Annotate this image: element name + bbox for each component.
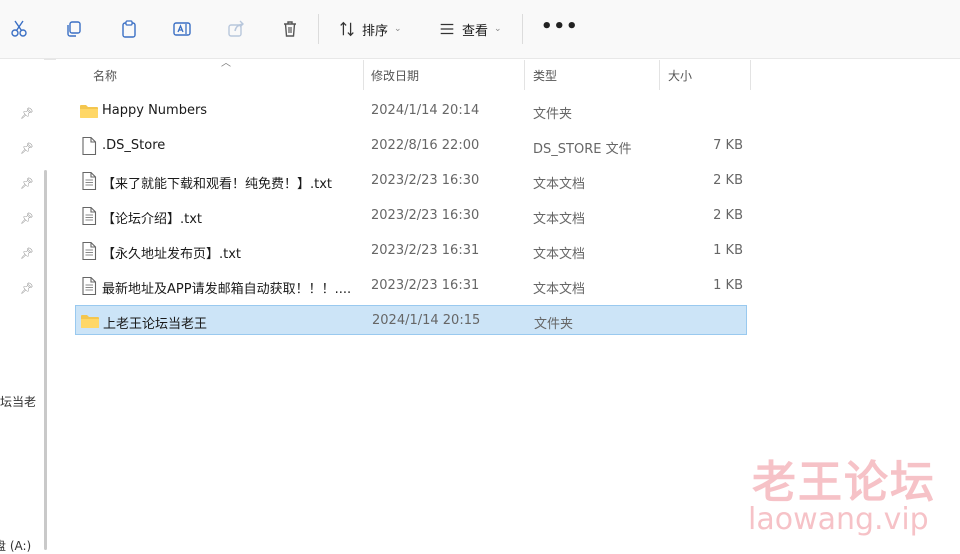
file-type: 文件夹: [534, 317, 574, 332]
file-date: 2022/8/16 22:00: [371, 138, 480, 153]
column-divider[interactable]: [524, 60, 525, 90]
file-size: 2 KB: [713, 208, 743, 223]
file-type: 文本文档: [533, 212, 586, 227]
column-name-header[interactable]: 名称: [93, 67, 117, 84]
sort-button[interactable]: 排序 ⌄: [336, 17, 402, 41]
nav-scrollbar[interactable]: [44, 170, 47, 550]
file-row[interactable]: .DS_Store 2022/8/16 22:00 DS_STORE 文件 7 …: [75, 131, 747, 161]
cut-icon[interactable]: [7, 17, 31, 41]
file-date: 2023/2/23 16:30: [371, 173, 480, 188]
file-row-selected[interactable]: 上老王论坛当老王 2024/1/14 20:15 文件夹: [75, 305, 747, 335]
file-type: 文本文档: [533, 282, 586, 297]
toolbar-separator: [318, 14, 319, 44]
column-size-header[interactable]: 大小: [668, 67, 692, 84]
file-name: 【永久地址发布页】.txt: [102, 247, 242, 262]
column-divider[interactable]: [750, 60, 751, 90]
text-file-icon: [82, 276, 97, 296]
file-size: 1 KB: [713, 243, 743, 258]
nav-item-drive-label[interactable]: 盘 (A:): [0, 537, 31, 554]
file-size: 7 KB: [713, 138, 743, 153]
pin-icon[interactable]: 📌︎: [20, 246, 34, 260]
file-date: 2023/2/23 16:31: [371, 278, 480, 293]
folder-icon: [81, 315, 99, 328]
command-bar: 排序 ⌄ 查看 ⌄ •••: [0, 0, 960, 59]
file-name: 上老王论坛当老王: [103, 317, 208, 332]
file-row[interactable]: 最新地址及APP请发邮箱自动获取！！！.... 2023/2/23 16:31 …: [75, 271, 747, 301]
file-icon: [82, 136, 97, 156]
chevron-down-icon: ⌄: [494, 24, 502, 34]
view-icon: [436, 18, 458, 40]
file-name: .DS_Store: [102, 138, 166, 153]
column-type-header[interactable]: 类型: [533, 67, 557, 84]
text-file-icon: [82, 206, 97, 226]
copy-icon[interactable]: [62, 17, 86, 41]
folder-icon: [80, 105, 98, 118]
file-name: Happy Numbers: [102, 103, 208, 118]
pin-icon[interactable]: 📌︎: [20, 106, 34, 120]
file-name: 【来了就能下载和观看！纯免费！】.txt: [102, 177, 333, 192]
delete-icon[interactable]: [278, 17, 302, 41]
file-name: 最新地址及APP请发邮箱自动获取！！！....: [102, 282, 352, 297]
pin-icon[interactable]: 📌︎: [20, 211, 34, 225]
sort-label: 排序: [362, 23, 389, 39]
paste-icon[interactable]: [117, 17, 141, 41]
pin-icon[interactable]: 📌︎: [20, 281, 34, 295]
watermark-logo-text: 老王论坛: [752, 457, 936, 508]
column-divider[interactable]: [659, 60, 660, 90]
file-type: 文本文档: [533, 247, 586, 262]
pin-icon[interactable]: 📌︎: [20, 176, 34, 190]
rename-icon[interactable]: [170, 17, 194, 41]
file-row[interactable]: 【永久地址发布页】.txt 2023/2/23 16:31 文本文档 1 KB: [75, 236, 747, 266]
toolbar-separator: [522, 14, 523, 44]
file-row[interactable]: 【来了就能下载和观看！纯免费！】.txt 2023/2/23 16:30 文本文…: [75, 166, 747, 196]
file-type: DS_STORE 文件: [533, 142, 632, 157]
file-size: 1 KB: [713, 278, 743, 293]
more-options-button[interactable]: •••: [541, 16, 579, 37]
watermark-url: laowang.vip: [748, 502, 929, 537]
file-date: 2024/1/14 20:15: [372, 313, 481, 328]
text-file-icon: [82, 171, 97, 191]
navigation-pane: 📌︎ 📌︎ 📌︎ 📌︎ 📌︎ 📌︎ 坛当老 盘 (A:): [0, 59, 44, 553]
file-type: 文本文档: [533, 177, 586, 192]
pin-icon[interactable]: 📌︎: [20, 141, 34, 155]
file-date: 2023/2/23 16:30: [371, 208, 480, 223]
share-icon[interactable]: [224, 17, 248, 41]
file-date: 2023/2/23 16:31: [371, 243, 480, 258]
chevron-down-icon: ⌄: [394, 24, 402, 34]
file-row[interactable]: Happy Numbers 2024/1/14 20:14 文件夹: [75, 96, 747, 126]
file-row[interactable]: 【论坛介绍】.txt 2023/2/23 16:30 文本文档 2 KB: [75, 201, 747, 231]
file-type: 文件夹: [533, 107, 573, 122]
nav-item-label[interactable]: 坛当老: [0, 393, 36, 410]
sort-icon: [336, 18, 358, 40]
column-date-header[interactable]: 修改日期: [371, 67, 419, 84]
file-date: 2024/1/14 20:14: [371, 103, 480, 118]
file-name: 【论坛介绍】.txt: [102, 212, 203, 227]
view-button[interactable]: 查看 ⌄: [436, 17, 502, 41]
column-header-row: 名称 修改日期 类型 大小: [60, 60, 760, 90]
column-divider[interactable]: [363, 60, 364, 90]
view-label: 查看: [462, 23, 489, 39]
file-size: 2 KB: [713, 173, 743, 188]
text-file-icon: [82, 241, 97, 261]
